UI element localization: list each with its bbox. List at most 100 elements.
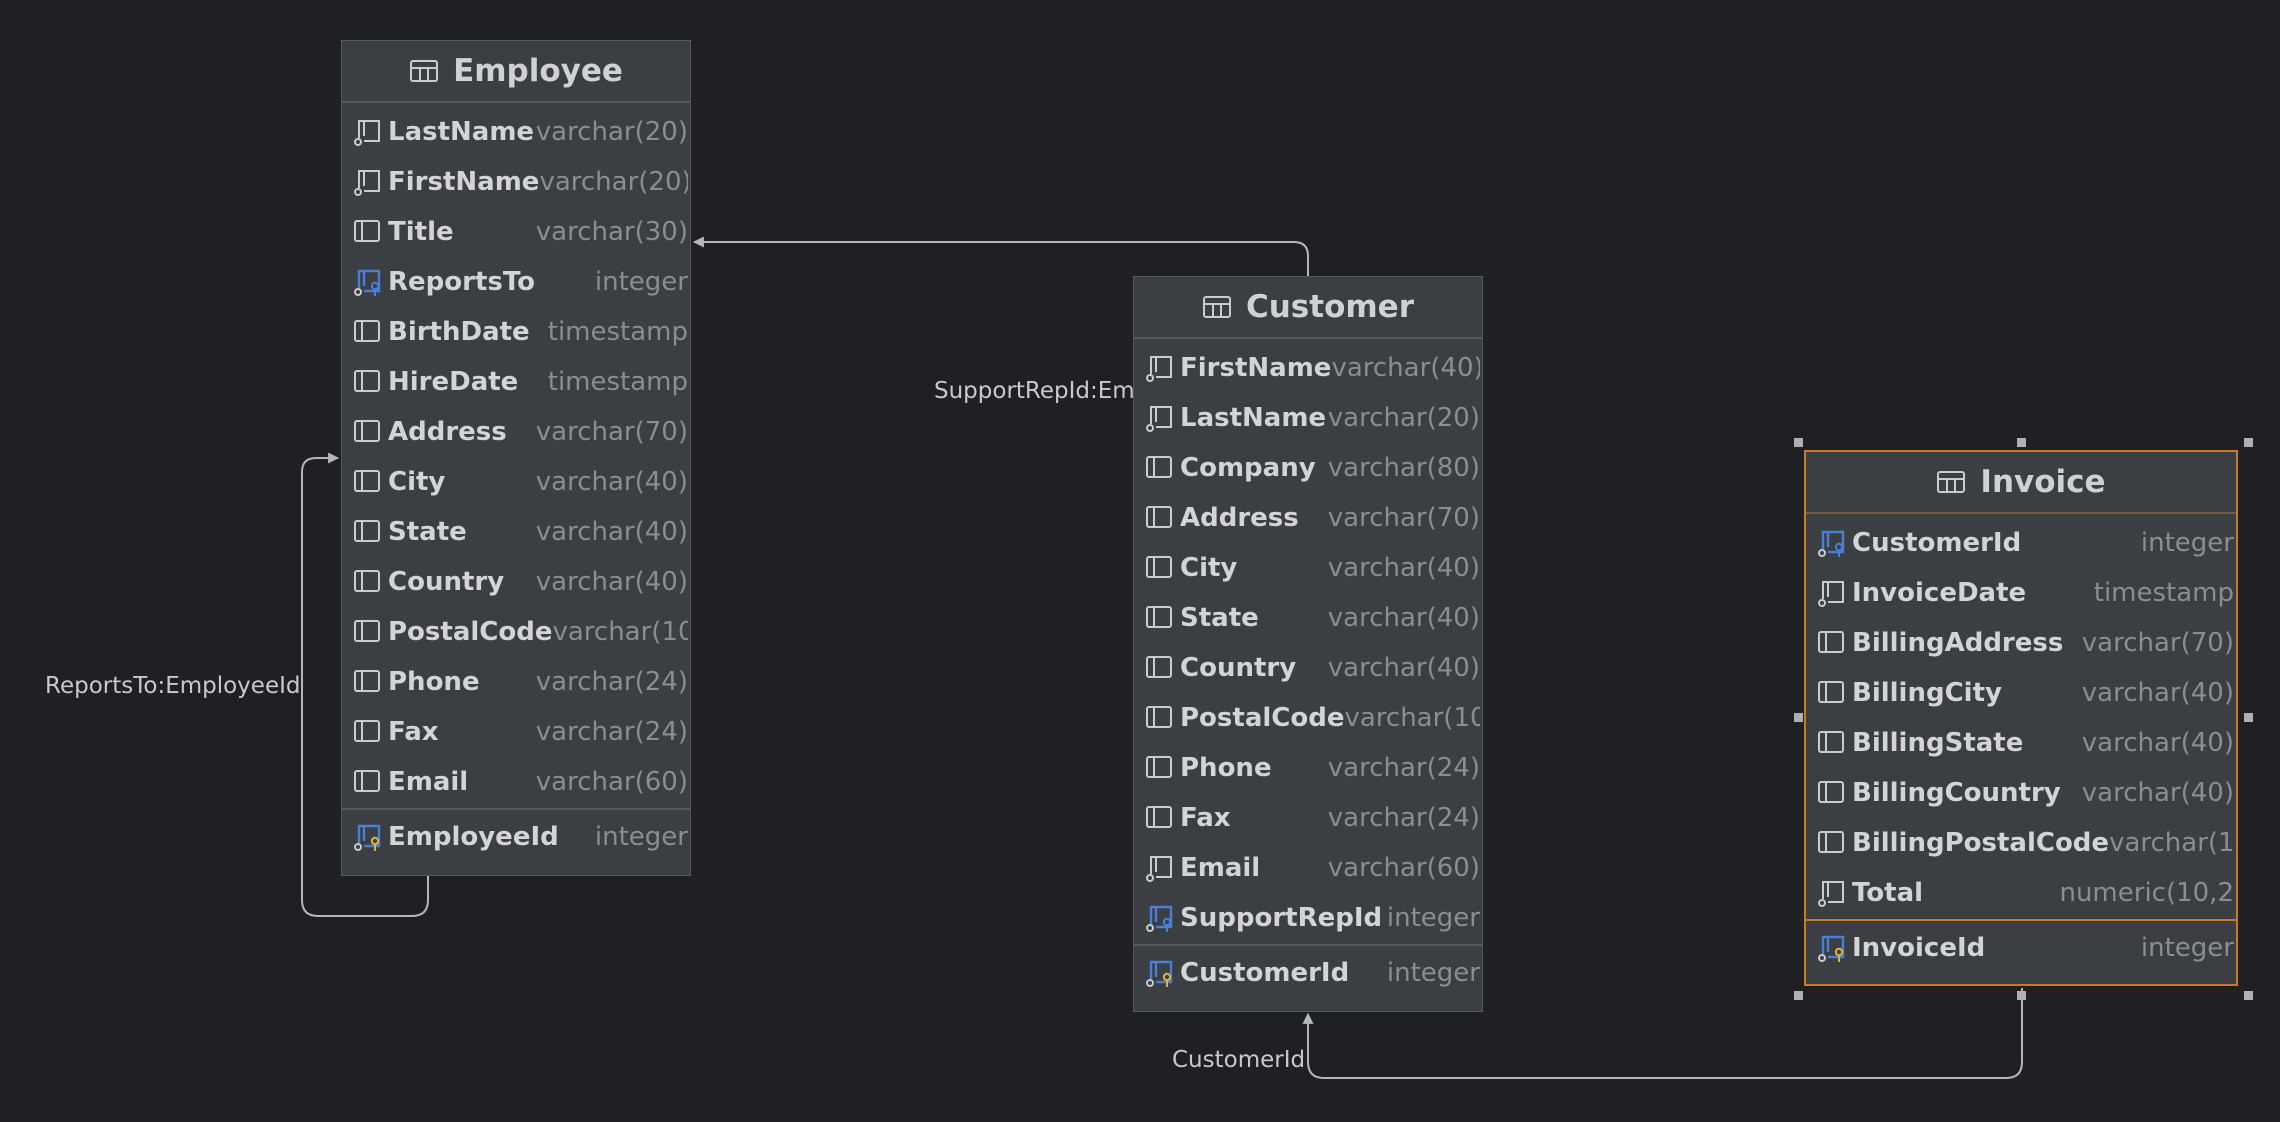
column-not-null-icon bbox=[1144, 852, 1176, 884]
column-name: BillingCity bbox=[1852, 678, 2002, 708]
column-icon bbox=[352, 616, 384, 648]
column-type: timestamp bbox=[547, 317, 688, 347]
column-name: BirthDate bbox=[388, 317, 530, 347]
employee-table[interactable]: Employee LastName varchar(20) FirstName var… bbox=[341, 40, 691, 876]
column-row[interactable]: Total numeric(10,2 bbox=[1806, 868, 2236, 918]
column-type: varchar(70) bbox=[1327, 503, 1480, 533]
resize-handle-top-right[interactable] bbox=[2244, 438, 2253, 447]
column-type: integer bbox=[1386, 958, 1480, 988]
employee-key-divider bbox=[342, 808, 690, 810]
column-name: Fax bbox=[388, 717, 439, 747]
column-name: CustomerId bbox=[1852, 528, 2022, 558]
column-row[interactable]: Email varchar(60) bbox=[342, 757, 690, 807]
column-type: integer bbox=[2140, 933, 2234, 963]
column-row[interactable]: Company varchar(80) bbox=[1134, 443, 1482, 493]
column-row[interactable]: Email varchar(60) bbox=[1134, 843, 1482, 893]
invoice-table-header[interactable]: Invoice bbox=[1806, 452, 2236, 514]
column-row[interactable]: Address varchar(70) bbox=[1134, 493, 1482, 543]
column-name: LastName bbox=[1180, 403, 1327, 433]
column-icon bbox=[352, 416, 384, 448]
column-row[interactable]: State varchar(40) bbox=[342, 507, 690, 557]
column-row[interactable]: Phone varchar(24) bbox=[342, 657, 690, 707]
invoice-key-divider bbox=[1806, 919, 2236, 921]
column-icon bbox=[1816, 677, 1848, 709]
primary-key-row[interactable]: EmployeeId integer bbox=[342, 811, 690, 863]
table-icon bbox=[1202, 295, 1232, 319]
column-type: integer bbox=[594, 822, 688, 852]
column-row[interactable]: FirstName varchar(40) bbox=[1134, 343, 1482, 393]
resize-handle-bottom-right[interactable] bbox=[2244, 991, 2253, 1000]
column-row[interactable]: CustomerId integer bbox=[1806, 518, 2236, 568]
column-row[interactable]: BillingAddress varchar(70) bbox=[1806, 618, 2236, 668]
column-name: Country bbox=[1180, 653, 1297, 683]
column-icon bbox=[352, 466, 384, 498]
customer-table-header[interactable]: Customer bbox=[1134, 277, 1482, 339]
column-name: Country bbox=[388, 567, 505, 597]
resize-handle-top-left[interactable] bbox=[1794, 438, 1803, 447]
column-type: varchar(24) bbox=[1327, 803, 1480, 833]
employee-columns: LastName varchar(20) FirstName varchar(20) T… bbox=[342, 103, 690, 807]
column-icon bbox=[1144, 702, 1176, 734]
customer-table[interactable]: Customer FirstName varchar(40) LastName var… bbox=[1133, 276, 1483, 1012]
column-row[interactable]: Country varchar(40) bbox=[1134, 643, 1482, 693]
column-row[interactable]: ReportsTo integer bbox=[342, 257, 690, 307]
column-row[interactable]: PostalCodevarchar(10) bbox=[342, 607, 690, 657]
column-name: BillingCountry bbox=[1852, 778, 2061, 808]
resize-handle-bottom-left[interactable] bbox=[1794, 991, 1803, 1000]
column-name: InvoiceDate bbox=[1852, 578, 2027, 608]
column-row[interactable]: HireDate timestamp bbox=[342, 357, 690, 407]
employee-table-header[interactable]: Employee bbox=[342, 41, 690, 103]
column-type: varchar(40) bbox=[2081, 778, 2234, 808]
foreign-key-column-icon bbox=[1144, 902, 1176, 934]
column-type: varchar(40) bbox=[1327, 653, 1480, 683]
customer-columns: FirstName varchar(40) LastName varchar(20) C… bbox=[1134, 339, 1482, 943]
employee-table-title: Employee bbox=[453, 53, 623, 89]
column-type: varchar(40) bbox=[1327, 603, 1480, 633]
column-icon bbox=[352, 366, 384, 398]
primary-key-row[interactable]: InvoiceId integer bbox=[1806, 922, 2236, 974]
resize-handle-bottom[interactable] bbox=[2017, 991, 2026, 1000]
column-icon bbox=[352, 666, 384, 698]
column-icon bbox=[1144, 452, 1176, 484]
column-row[interactable]: Title varchar(30) bbox=[342, 207, 690, 257]
column-icon bbox=[352, 216, 384, 248]
column-row[interactable]: LastName varchar(20) bbox=[342, 107, 690, 157]
link-support-rep[interactable] bbox=[692, 236, 1309, 276]
column-name: Phone bbox=[388, 667, 480, 697]
customer-primary-key: CustomerId integer bbox=[1134, 947, 1482, 999]
resize-handle-right[interactable] bbox=[2244, 713, 2253, 722]
column-row[interactable]: BillingCountry varchar(40) bbox=[1806, 768, 2236, 818]
column-row[interactable]: BirthDate timestamp bbox=[342, 307, 690, 357]
primary-key-row[interactable]: CustomerId integer bbox=[1134, 947, 1482, 999]
column-row[interactable]: Phone varchar(24) bbox=[1134, 743, 1482, 793]
column-icon bbox=[1816, 727, 1848, 759]
column-row[interactable]: Address varchar(70) bbox=[342, 407, 690, 457]
column-type: varchar(10) bbox=[2109, 828, 2234, 858]
column-row[interactable]: Fax varchar(24) bbox=[1134, 793, 1482, 843]
column-row[interactable]: Fax varchar(24) bbox=[342, 707, 690, 757]
resize-handle-top[interactable] bbox=[2017, 438, 2026, 447]
column-row[interactable]: PostalCodevarchar(10) bbox=[1134, 693, 1482, 743]
column-row[interactable]: BillingCity varchar(40) bbox=[1806, 668, 2236, 718]
column-not-null-icon bbox=[352, 166, 384, 198]
column-row[interactable]: InvoiceDate timestamp bbox=[1806, 568, 2236, 618]
column-row[interactable]: City varchar(40) bbox=[342, 457, 690, 507]
primary-key-column-icon bbox=[1144, 957, 1176, 989]
column-row[interactable]: BillingPostalCodevarchar(10) bbox=[1806, 818, 2236, 868]
column-row[interactable]: LastName varchar(20) bbox=[1134, 393, 1482, 443]
invoice-table[interactable]: Invoice CustomerId integer InvoiceDate time… bbox=[1804, 450, 2238, 986]
column-type: varchar(40) bbox=[1327, 553, 1480, 583]
column-icon bbox=[352, 566, 384, 598]
column-row[interactable]: Country varchar(40) bbox=[342, 557, 690, 607]
column-row[interactable]: City varchar(40) bbox=[1134, 543, 1482, 593]
column-row[interactable]: SupportRepId integer bbox=[1134, 893, 1482, 943]
column-name: CustomerId bbox=[1180, 958, 1350, 988]
column-type: varchar(60) bbox=[535, 767, 688, 797]
column-row[interactable]: BillingState varchar(40) bbox=[1806, 718, 2236, 768]
resize-handle-left[interactable] bbox=[1794, 713, 1803, 722]
column-row[interactable]: State varchar(40) bbox=[1134, 593, 1482, 643]
primary-key-column-icon bbox=[1816, 932, 1848, 964]
column-name: Email bbox=[1180, 853, 1261, 883]
column-row[interactable]: FirstName varchar(20) bbox=[342, 157, 690, 207]
column-icon bbox=[352, 316, 384, 348]
